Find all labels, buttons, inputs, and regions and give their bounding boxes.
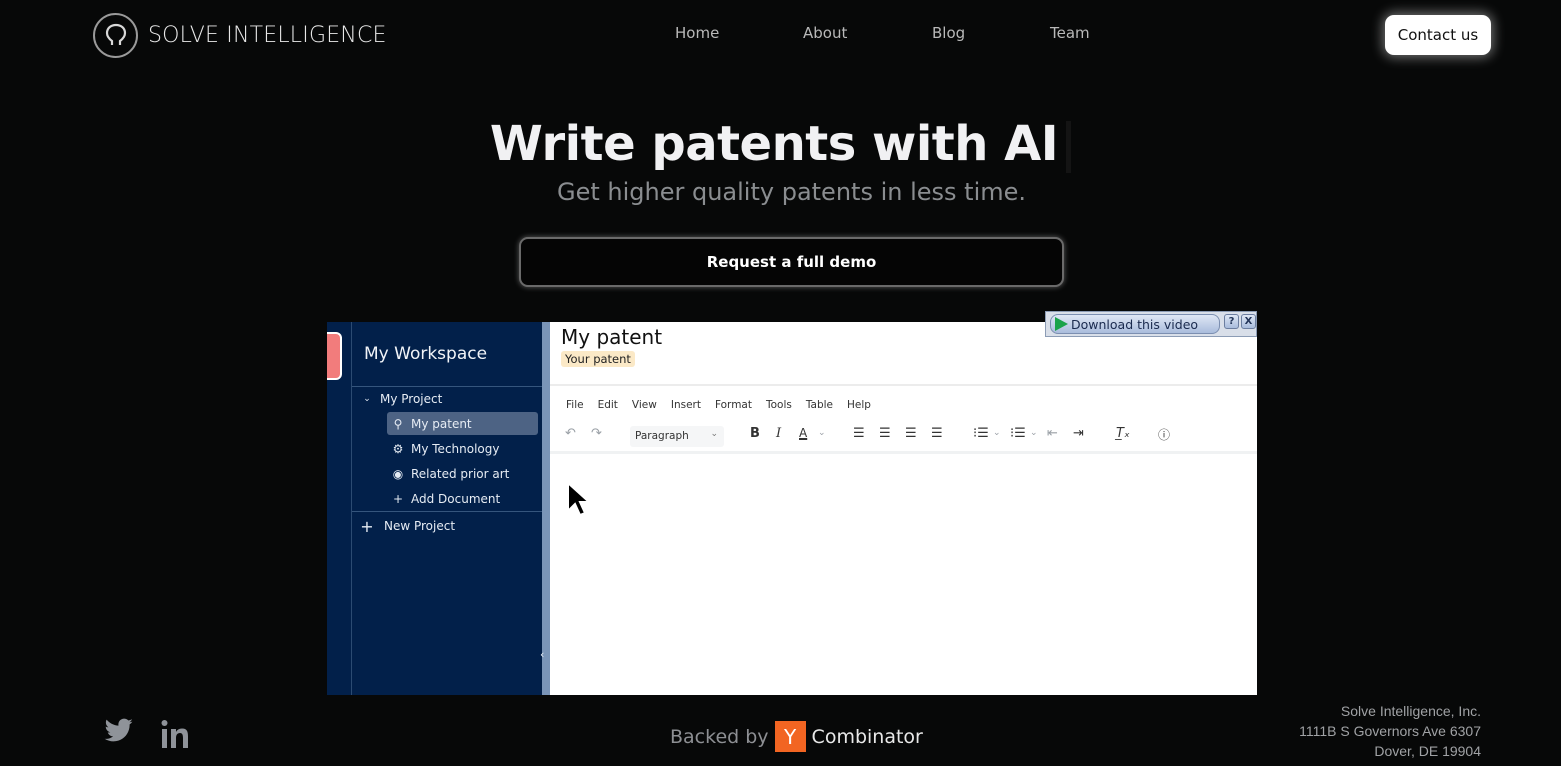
- block-format-select[interactable]: Paragraph ⌄: [630, 426, 724, 447]
- menu-file[interactable]: File: [566, 399, 584, 411]
- outdent-icon[interactable]: ⇤: [1047, 426, 1058, 441]
- play-icon: [1055, 317, 1068, 331]
- divider: [352, 511, 542, 512]
- combinator-label: Combinator: [811, 725, 923, 748]
- align-right-icon[interactable]: ☰: [905, 426, 917, 441]
- menu-view[interactable]: View: [632, 399, 657, 411]
- contact-us-button[interactable]: Contact us: [1385, 15, 1491, 55]
- twitter-icon[interactable]: [104, 718, 134, 748]
- address-line: Dover, DE 19904: [1374, 743, 1481, 759]
- download-video-button[interactable]: Download this video: [1050, 314, 1220, 334]
- doc-item-related-prior-art[interactable]: ◉ Related prior art: [391, 466, 510, 482]
- help-icon[interactable]: ⓘ: [1158, 426, 1170, 443]
- align-center-icon[interactable]: ☰: [879, 426, 891, 441]
- plus-icon: +: [360, 516, 374, 536]
- italic-icon[interactable]: I: [776, 426, 781, 441]
- redo-icon[interactable]: ↷: [591, 426, 602, 441]
- help-button[interactable]: ?: [1224, 314, 1239, 329]
- rail-active-indicator: [327, 332, 342, 380]
- hero-title: Write patents with AI: [0, 116, 1561, 173]
- hero-title-text: Write patents with AI: [489, 116, 1059, 172]
- backed-by-label: Backed by: [670, 725, 769, 748]
- document-tag: Your patent: [561, 351, 635, 367]
- typing-caret: [1066, 121, 1072, 173]
- company-address: Solve Intelligence, Inc. 1111B S Governo…: [1299, 701, 1481, 761]
- menu-edit[interactable]: Edit: [598, 399, 618, 411]
- new-project-label: New Project: [384, 519, 456, 533]
- chevron-left-icon: ‹: [540, 648, 545, 661]
- divider: [352, 386, 542, 387]
- menu-insert[interactable]: Insert: [671, 399, 701, 411]
- mouse-cursor-icon: [567, 481, 592, 517]
- main-nav: Home About Blog Team: [0, 24, 1561, 48]
- text-color-icon[interactable]: A: [799, 426, 807, 440]
- numbered-list-icon[interactable]: ⁝☰: [1010, 426, 1026, 441]
- nav-team[interactable]: Team: [1050, 24, 1090, 42]
- clear-formatting-icon[interactable]: T̲ₓ: [1116, 426, 1130, 441]
- address-line: Solve Intelligence, Inc.: [1340, 703, 1481, 719]
- add-document-button[interactable]: + Add Document: [391, 491, 500, 507]
- bullet-list-icon[interactable]: ⁝☰: [973, 426, 989, 441]
- new-project-button[interactable]: + New Project: [360, 516, 456, 536]
- chevron-down-icon[interactable]: ⌄: [993, 428, 1001, 438]
- chevron-down-icon: ⌄: [363, 394, 371, 404]
- bold-icon[interactable]: B: [750, 426, 760, 441]
- app-rail: [327, 322, 352, 695]
- download-label: Download this video: [1071, 316, 1199, 332]
- align-left-icon[interactable]: ☰: [853, 426, 865, 441]
- undo-icon[interactable]: ↶: [565, 426, 576, 441]
- lightbulb-icon: ⚲: [393, 416, 403, 431]
- plus-icon: +: [392, 492, 404, 506]
- nav-home[interactable]: Home: [675, 24, 719, 42]
- doc-item-my-technology[interactable]: ⚙ My Technology: [391, 441, 500, 457]
- workspace-title: My Workspace: [364, 344, 488, 364]
- doc-item-my-patent[interactable]: ⚲ My patent: [387, 412, 538, 435]
- address-line: 1111B S Governors Ave 6307: [1299, 723, 1481, 739]
- menu-table[interactable]: Table: [806, 399, 833, 411]
- menu-format[interactable]: Format: [715, 399, 752, 411]
- yc-logo-icon: Y: [774, 721, 806, 752]
- download-video-bar: Download this video ? X: [1045, 311, 1257, 337]
- menu-tools[interactable]: Tools: [766, 399, 792, 411]
- backed-by-yc[interactable]: Backed by Y Combinator: [670, 721, 923, 752]
- chevron-down-icon[interactable]: ⌄: [818, 428, 826, 438]
- document-title: My patent: [561, 325, 663, 349]
- align-justify-icon[interactable]: ☰: [931, 426, 943, 441]
- nav-about[interactable]: About: [803, 24, 847, 42]
- doc-item-label: Related prior art: [411, 467, 510, 481]
- editor-menubar: File Edit View Insert Format Tools Table…: [566, 399, 885, 411]
- close-button[interactable]: X: [1241, 314, 1256, 329]
- target-icon: ◉: [392, 467, 404, 481]
- project-label: My Project: [380, 392, 443, 406]
- chevron-down-icon: ⌄: [710, 429, 718, 439]
- doc-item-label: My patent: [411, 416, 472, 431]
- sidebar-collapse-handle[interactable]: ‹: [540, 322, 550, 695]
- hero-subtitle: Get higher quality patents in less time.: [556, 178, 1027, 206]
- workspace-sidebar: My Workspace ⌄ My Project ⚲ My patent ⚙ …: [352, 322, 542, 695]
- gear-icon: ⚙: [392, 442, 404, 456]
- nav-blog[interactable]: Blog: [932, 24, 965, 42]
- block-format-value: Paragraph: [635, 430, 689, 442]
- indent-icon[interactable]: ⇥: [1073, 426, 1084, 441]
- menu-help[interactable]: Help: [847, 399, 871, 411]
- editor-toolbar: ↶ ↷ Paragraph ⌄ B I A ⌄ ☰ ☰ ☰ ☰ ⁝☰ ⌄ ⁝☰ …: [550, 422, 1257, 454]
- request-demo-button[interactable]: Request a full demo: [519, 237, 1064, 287]
- linkedin-icon[interactable]: [160, 718, 192, 754]
- doc-item-label: Add Document: [411, 492, 501, 506]
- app-preview-video[interactable]: My Workspace ⌄ My Project ⚲ My patent ⚙ …: [327, 322, 1257, 695]
- chevron-down-icon[interactable]: ⌄: [1030, 428, 1038, 438]
- project-item[interactable]: ⌄ My Project: [360, 392, 442, 406]
- doc-item-label: My Technology: [411, 442, 500, 456]
